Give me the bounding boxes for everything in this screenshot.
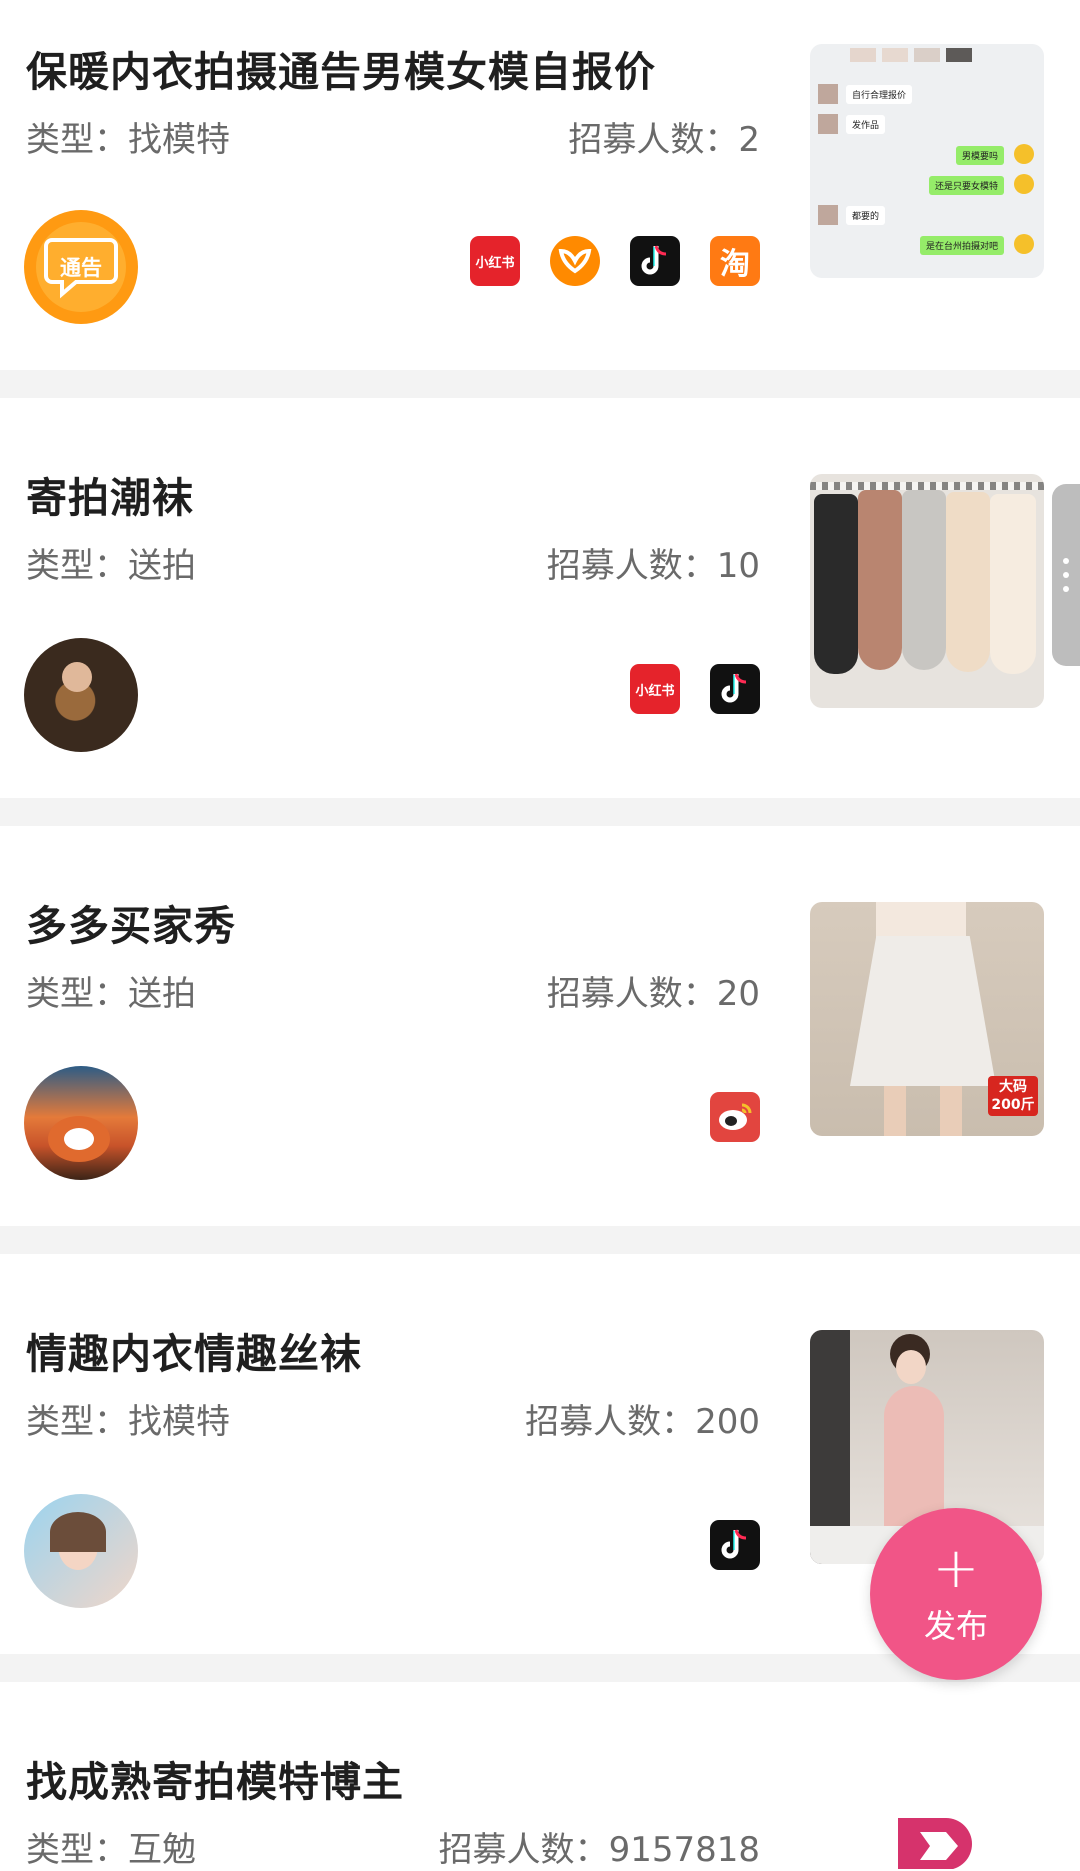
plus-icon: + bbox=[932, 1536, 980, 1601]
post-thumbnail[interactable]: 大码 200斤 bbox=[810, 902, 1044, 1136]
type-label: 类型： bbox=[26, 974, 128, 1014]
card-divider bbox=[0, 1226, 1080, 1254]
recruit-label: 招募人数： bbox=[546, 974, 717, 1014]
post-type: 类型：找模特 bbox=[26, 1394, 230, 1443]
post-card[interactable]: 保暖内衣拍摄通告男模女模自报价 类型：找模特 招募人数：2 通告 小红书 淘 自… bbox=[0, 0, 1080, 368]
recruit-label: 招募人数： bbox=[525, 1402, 696, 1442]
post-card[interactable]: 多多买家秀 类型：送拍 招募人数：20 大码 200斤 bbox=[0, 826, 1080, 1194]
platform-list: 小红书 bbox=[630, 664, 760, 714]
avatar[interactable] bbox=[24, 638, 138, 752]
post-card[interactable]: 寄拍潮袜 类型：送拍 招募人数：10 小红书 bbox=[0, 398, 1080, 766]
post-title: 多多买家秀 bbox=[26, 902, 236, 950]
recruit-value: 9157818 bbox=[608, 1830, 760, 1870]
avatar[interactable]: 通告 bbox=[24, 210, 138, 324]
arrow-logo-icon bbox=[898, 1818, 972, 1869]
recruit-count: 招募人数：20 bbox=[547, 966, 760, 1015]
recruit-value: 20 bbox=[716, 974, 760, 1014]
post-card[interactable]: 找成熟寄拍模特博主 类型：互勉 招募人数：9157818 bbox=[0, 1682, 1080, 1871]
weibo-icon bbox=[710, 1092, 760, 1142]
post-title: 保暖内衣拍摄通告男模女模自报价 bbox=[26, 48, 656, 96]
type-value: 送拍 bbox=[128, 546, 196, 586]
recruit-count: 招募人数：200 bbox=[525, 1394, 760, 1443]
post-type: 类型：送拍 bbox=[26, 538, 196, 587]
recruit-count: 招募人数：10 bbox=[547, 538, 760, 587]
type-value: 找模特 bbox=[128, 1402, 230, 1442]
platform-list bbox=[710, 1092, 760, 1142]
type-value: 找模特 bbox=[128, 120, 230, 160]
recruit-label: 招募人数： bbox=[568, 120, 739, 160]
post-thumbnail[interactable] bbox=[890, 1808, 1000, 1869]
chat-message: 发作品 bbox=[846, 115, 886, 134]
recruit-value: 2 bbox=[738, 120, 760, 160]
avatar-text: 通告 bbox=[60, 256, 102, 280]
post-title: 情趣内衣情趣丝袜 bbox=[26, 1330, 362, 1378]
avatar[interactable] bbox=[24, 1494, 138, 1608]
size-badge: 大码 200斤 bbox=[988, 1076, 1038, 1116]
type-label: 类型： bbox=[26, 120, 128, 160]
taobao-icon: 淘 bbox=[710, 236, 760, 286]
recruit-label: 招募人数： bbox=[546, 546, 717, 586]
side-drawer-handle[interactable] bbox=[1052, 484, 1080, 666]
chat-message: 是在台州拍摄对吧 bbox=[919, 236, 1004, 255]
type-value: 互勉 bbox=[128, 1830, 196, 1870]
publish-label: 发布 bbox=[923, 1607, 988, 1645]
type-value: 送拍 bbox=[128, 974, 196, 1014]
post-type: 类型：送拍 bbox=[26, 966, 196, 1015]
post-thumbnail[interactable] bbox=[810, 474, 1044, 708]
recruit-value: 200 bbox=[695, 1402, 760, 1442]
platform-list bbox=[710, 1520, 760, 1570]
chat-message: 都要的 bbox=[846, 206, 886, 225]
kuaishou-icon bbox=[550, 236, 600, 286]
chat-message: 自行合理报价 bbox=[846, 85, 913, 104]
douyin-icon bbox=[630, 236, 680, 286]
chat-message: 男模要吗 bbox=[955, 146, 1004, 165]
recruit-count: 招募人数：9157818 bbox=[439, 1822, 760, 1871]
douyin-icon bbox=[710, 1520, 760, 1570]
publish-button[interactable]: + 发布 bbox=[870, 1508, 1042, 1680]
chat-message: 还是只要女模特 bbox=[928, 176, 1004, 195]
post-type: 类型：找模特 bbox=[26, 112, 230, 161]
card-divider bbox=[0, 370, 1080, 398]
xiaohongshu-icon: 小红书 bbox=[470, 236, 520, 286]
post-title: 寄拍潮袜 bbox=[26, 474, 194, 522]
avatar[interactable] bbox=[24, 1066, 138, 1180]
card-divider bbox=[0, 798, 1080, 826]
type-label: 类型： bbox=[26, 1830, 128, 1870]
post-type: 类型：互勉 bbox=[26, 1822, 196, 1871]
type-label: 类型： bbox=[26, 1402, 128, 1442]
type-label: 类型： bbox=[26, 546, 128, 586]
platform-list: 小红书 淘 bbox=[470, 236, 760, 286]
recruit-label: 招募人数： bbox=[438, 1830, 609, 1870]
post-thumbnail[interactable]: 自行合理报价 发作品 男模要吗 还是只要女模特 都要的 是在台州拍摄对吧 bbox=[810, 44, 1044, 278]
douyin-icon bbox=[710, 664, 760, 714]
more-vertical-icon bbox=[1063, 558, 1069, 592]
xiaohongshu-icon: 小红书 bbox=[630, 664, 680, 714]
recruit-count: 招募人数：2 bbox=[568, 112, 760, 161]
post-title: 找成熟寄拍模特博主 bbox=[26, 1758, 404, 1806]
recruit-value: 10 bbox=[716, 546, 760, 586]
